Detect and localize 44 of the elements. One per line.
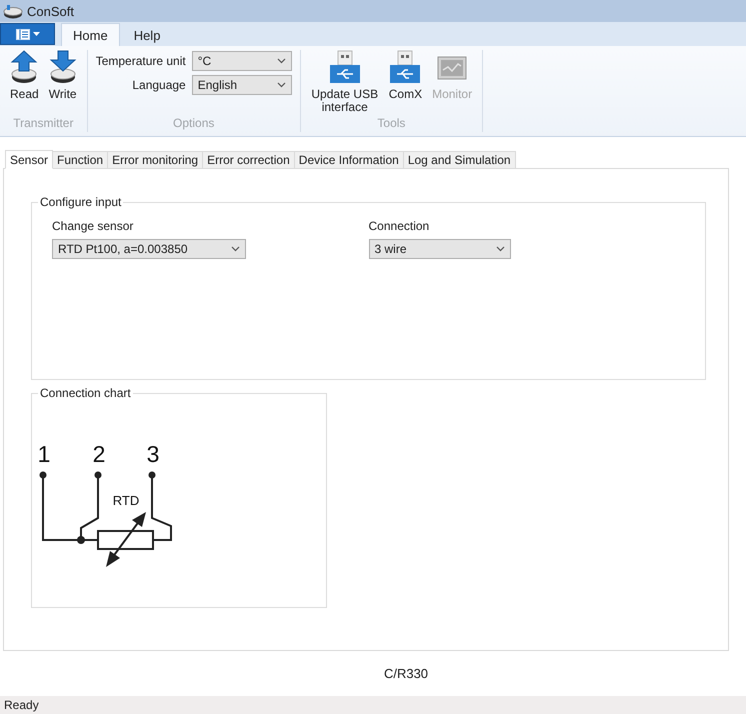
terminal-number: 3 (146, 441, 160, 467)
field-label: Temperature unit (96, 54, 186, 68)
tab[interactable]: Log and Simulation (402, 151, 516, 168)
group-title: Connection chart (39, 386, 132, 400)
dropdown[interactable]: °C (192, 51, 292, 71)
dropdown[interactable]: RTD Pt100, a=0.003850 (52, 239, 246, 259)
status-text: Ready (4, 698, 39, 712)
upload-disc-icon (10, 50, 38, 84)
group-title: Options (172, 116, 216, 132)
chevron-icon (496, 246, 504, 252)
dropdown[interactable]: English (192, 75, 292, 95)
terminal-number: 1 (38, 441, 50, 467)
tab[interactable]: Function (52, 151, 108, 168)
ribbon-tab[interactable]: Help (122, 23, 172, 46)
terminal-number: 2 (92, 441, 106, 467)
component-label: RTD (112, 493, 140, 508)
disc-icon (3, 3, 23, 19)
chevron-icon (276, 82, 286, 88)
usb-icon (389, 50, 422, 84)
ribbon-button[interactable]: ComX (386, 50, 424, 101)
group-title: Transmitter (12, 116, 74, 132)
field-label: Connection (368, 219, 430, 233)
ribbon-tab[interactable]: Home (61, 23, 120, 46)
application-menu-button[interactable] (0, 23, 55, 45)
tab[interactable]: Device Information (294, 151, 404, 168)
chevron-icon (276, 58, 286, 64)
chevron-icon (231, 246, 240, 252)
field-label: Change sensor (52, 219, 134, 233)
window-title: ConSoft (27, 4, 74, 18)
ribbon-button[interactable]: Write (46, 50, 79, 101)
download-disc-icon (48, 50, 77, 84)
ribbon-button[interactable]: Update USB interface (308, 50, 381, 114)
tab[interactable]: Error correction (202, 151, 295, 168)
dropdown[interactable]: 3 wire (368, 239, 510, 259)
list-icon (16, 28, 30, 40)
caret-icon (32, 32, 40, 36)
model-label: C/R330 (384, 666, 428, 681)
usb-icon (328, 50, 361, 84)
field-label: Language (131, 78, 186, 92)
group-title: Tools (376, 116, 406, 132)
tab[interactable]: Error monitoring (107, 151, 204, 168)
tab[interactable]: Sensor (5, 150, 54, 169)
group-title: Configure input (39, 195, 122, 209)
ribbon-button[interactable]: Read (8, 50, 41, 101)
